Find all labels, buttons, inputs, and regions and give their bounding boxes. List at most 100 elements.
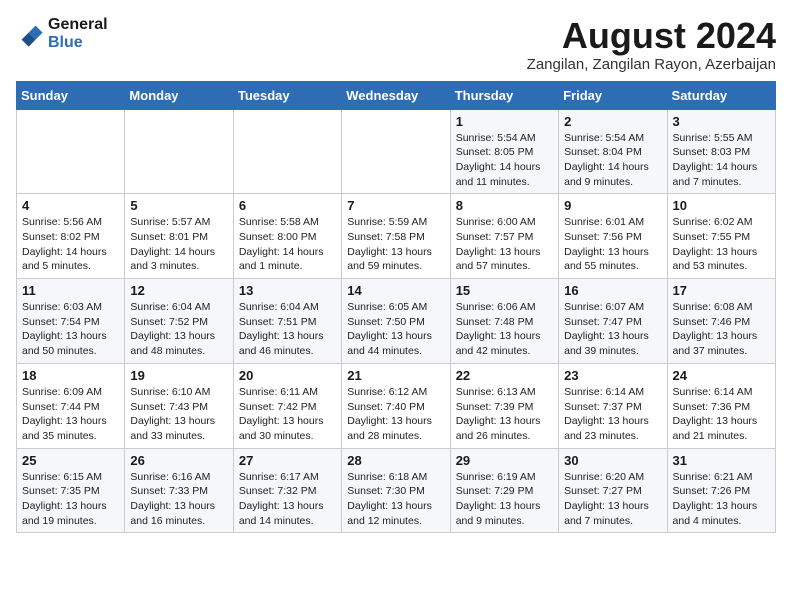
day-info: Sunrise: 5:58 AM Sunset: 8:00 PM Dayligh… <box>239 215 336 274</box>
week-row-5: 25 Sunrise: 6:15 AM Sunset: 7:35 PM Dayli… <box>17 448 776 533</box>
weekday-header-thursday: Thursday <box>450 81 558 109</box>
calendar-cell: 2 Sunrise: 5:54 AM Sunset: 8:04 PM Daylig… <box>559 109 667 194</box>
day-number: 18 <box>22 368 119 383</box>
calendar-cell: 11Sunrise: 6:03 AM Sunset: 7:54 PM Dayli… <box>17 279 125 364</box>
day-info: Sunrise: 6:17 AM Sunset: 7:32 PM Dayligh… <box>239 470 336 529</box>
calendar-cell: 19 Sunrise: 6:10 AM Sunset: 7:43 PM Dayli… <box>125 363 233 448</box>
day-info: Sunrise: 6:13 AM Sunset: 7:39 PM Dayligh… <box>456 385 553 444</box>
day-number: 26 <box>130 453 227 468</box>
calendar-cell: 30Sunrise: 6:20 AM Sunset: 7:27 PM Dayli… <box>559 448 667 533</box>
week-row-3: 11Sunrise: 6:03 AM Sunset: 7:54 PM Dayli… <box>17 279 776 364</box>
day-number: 19 <box>130 368 227 383</box>
day-info: Sunrise: 6:05 AM Sunset: 7:50 PM Dayligh… <box>347 300 444 359</box>
day-number: 31 <box>673 453 770 468</box>
day-number: 3 <box>673 114 770 129</box>
calendar-cell: 10 Sunrise: 6:02 AM Sunset: 7:55 PM Dayli… <box>667 194 775 279</box>
calendar-cell: 15Sunrise: 6:06 AM Sunset: 7:48 PM Dayli… <box>450 279 558 364</box>
calendar-title: August 2024 <box>527 16 776 56</box>
day-info: Sunrise: 6:04 AM Sunset: 7:52 PM Dayligh… <box>130 300 227 359</box>
day-number: 16 <box>564 283 661 298</box>
calendar-cell: 4 Sunrise: 5:56 AM Sunset: 8:02 PM Daylig… <box>17 194 125 279</box>
day-info: Sunrise: 6:12 AM Sunset: 7:40 PM Dayligh… <box>347 385 444 444</box>
calendar-cell: 26 Sunrise: 6:16 AM Sunset: 7:33 PM Dayli… <box>125 448 233 533</box>
weekday-header-friday: Friday <box>559 81 667 109</box>
calendar-subtitle: Zangilan, Zangilan Rayon, Azerbaijan <box>527 56 776 73</box>
day-number: 6 <box>239 198 336 213</box>
day-info: Sunrise: 5:54 AM Sunset: 8:04 PM Dayligh… <box>564 131 661 190</box>
calendar-cell: 14 Sunrise: 6:05 AM Sunset: 7:50 PM Dayli… <box>342 279 450 364</box>
calendar-cell: 27 Sunrise: 6:17 AM Sunset: 7:32 PM Dayli… <box>233 448 341 533</box>
calendar-cell: 21 Sunrise: 6:12 AM Sunset: 7:40 PM Dayli… <box>342 363 450 448</box>
day-info: Sunrise: 5:56 AM Sunset: 8:02 PM Dayligh… <box>22 215 119 274</box>
day-info: Sunrise: 6:10 AM Sunset: 7:43 PM Dayligh… <box>130 385 227 444</box>
day-number: 14 <box>347 283 444 298</box>
day-number: 2 <box>564 114 661 129</box>
weekday-header-saturday: Saturday <box>667 81 775 109</box>
day-info: Sunrise: 6:14 AM Sunset: 7:37 PM Dayligh… <box>564 385 661 444</box>
calendar-cell: 5 Sunrise: 5:57 AM Sunset: 8:01 PM Daylig… <box>125 194 233 279</box>
title-block: August 2024 Zangilan, Zangilan Rayon, Az… <box>527 16 776 73</box>
day-number: 4 <box>22 198 119 213</box>
day-number: 29 <box>456 453 553 468</box>
logo: GeneralBlue <box>16 16 108 51</box>
day-info: Sunrise: 6:20 AM Sunset: 7:27 PM Dayligh… <box>564 470 661 529</box>
day-number: 13 <box>239 283 336 298</box>
calendar-cell: 22 Sunrise: 6:13 AM Sunset: 7:39 PM Dayli… <box>450 363 558 448</box>
day-info: Sunrise: 5:57 AM Sunset: 8:01 PM Dayligh… <box>130 215 227 274</box>
day-number: 17 <box>673 283 770 298</box>
day-info: Sunrise: 6:08 AM Sunset: 7:46 PM Dayligh… <box>673 300 770 359</box>
calendar-cell: 24Sunrise: 6:14 AM Sunset: 7:36 PM Dayli… <box>667 363 775 448</box>
day-info: Sunrise: 6:15 AM Sunset: 7:35 PM Dayligh… <box>22 470 119 529</box>
weekday-header-sunday: Sunday <box>17 81 125 109</box>
day-number: 11 <box>22 283 119 298</box>
calendar-cell: 25 Sunrise: 6:15 AM Sunset: 7:35 PM Dayli… <box>17 448 125 533</box>
calendar-cell: 12 Sunrise: 6:04 AM Sunset: 7:52 PM Dayli… <box>125 279 233 364</box>
day-info: Sunrise: 5:54 AM Sunset: 8:05 PM Dayligh… <box>456 131 553 190</box>
calendar-cell: 23 Sunrise: 6:14 AM Sunset: 7:37 PM Dayli… <box>559 363 667 448</box>
calendar-table: SundayMondayTuesdayWednesdayThursdayFrid… <box>16 81 776 534</box>
day-number: 5 <box>130 198 227 213</box>
day-info: Sunrise: 6:19 AM Sunset: 7:29 PM Dayligh… <box>456 470 553 529</box>
day-info: Sunrise: 6:06 AM Sunset: 7:48 PM Dayligh… <box>456 300 553 359</box>
day-number: 22 <box>456 368 553 383</box>
day-info: Sunrise: 6:09 AM Sunset: 7:44 PM Dayligh… <box>22 385 119 444</box>
week-row-2: 4 Sunrise: 5:56 AM Sunset: 8:02 PM Daylig… <box>17 194 776 279</box>
day-info: Sunrise: 6:11 AM Sunset: 7:42 PM Dayligh… <box>239 385 336 444</box>
day-number: 12 <box>130 283 227 298</box>
day-number: 1 <box>456 114 553 129</box>
day-number: 24 <box>673 368 770 383</box>
logo-icon <box>16 20 44 48</box>
calendar-cell: 9Sunrise: 6:01 AM Sunset: 7:56 PM Daylig… <box>559 194 667 279</box>
calendar-cell: 18 Sunrise: 6:09 AM Sunset: 7:44 PM Dayli… <box>17 363 125 448</box>
day-number: 25 <box>22 453 119 468</box>
calendar-cell: 7Sunrise: 5:59 AM Sunset: 7:58 PM Daylig… <box>342 194 450 279</box>
weekday-header-tuesday: Tuesday <box>233 81 341 109</box>
week-row-1: 1 Sunrise: 5:54 AM Sunset: 8:05 PM Daylig… <box>17 109 776 194</box>
calendar-cell: 16 Sunrise: 6:07 AM Sunset: 7:47 PM Dayli… <box>559 279 667 364</box>
calendar-cell: 6 Sunrise: 5:58 AM Sunset: 8:00 PM Daylig… <box>233 194 341 279</box>
day-info: Sunrise: 6:16 AM Sunset: 7:33 PM Dayligh… <box>130 470 227 529</box>
day-info: Sunrise: 6:01 AM Sunset: 7:56 PM Dayligh… <box>564 215 661 274</box>
calendar-cell <box>125 109 233 194</box>
day-number: 23 <box>564 368 661 383</box>
day-number: 21 <box>347 368 444 383</box>
calendar-cell <box>342 109 450 194</box>
weekday-header-monday: Monday <box>125 81 233 109</box>
day-info: Sunrise: 6:02 AM Sunset: 7:55 PM Dayligh… <box>673 215 770 274</box>
weekday-header-wednesday: Wednesday <box>342 81 450 109</box>
day-info: Sunrise: 6:07 AM Sunset: 7:47 PM Dayligh… <box>564 300 661 359</box>
calendar-cell: 8Sunrise: 6:00 AM Sunset: 7:57 PM Daylig… <box>450 194 558 279</box>
day-info: Sunrise: 5:55 AM Sunset: 8:03 PM Dayligh… <box>673 131 770 190</box>
day-info: Sunrise: 6:00 AM Sunset: 7:57 PM Dayligh… <box>456 215 553 274</box>
calendar-cell <box>233 109 341 194</box>
calendar-cell: 17 Sunrise: 6:08 AM Sunset: 7:46 PM Dayli… <box>667 279 775 364</box>
calendar-cell: 20Sunrise: 6:11 AM Sunset: 7:42 PM Dayli… <box>233 363 341 448</box>
calendar-cell: 28Sunrise: 6:18 AM Sunset: 7:30 PM Dayli… <box>342 448 450 533</box>
day-info: Sunrise: 6:18 AM Sunset: 7:30 PM Dayligh… <box>347 470 444 529</box>
logo-text: GeneralBlue <box>48 16 108 51</box>
calendar-cell: 31Sunrise: 6:21 AM Sunset: 7:26 PM Dayli… <box>667 448 775 533</box>
day-number: 27 <box>239 453 336 468</box>
day-number: 7 <box>347 198 444 213</box>
weekday-header-row: SundayMondayTuesdayWednesdayThursdayFrid… <box>17 81 776 109</box>
day-number: 10 <box>673 198 770 213</box>
